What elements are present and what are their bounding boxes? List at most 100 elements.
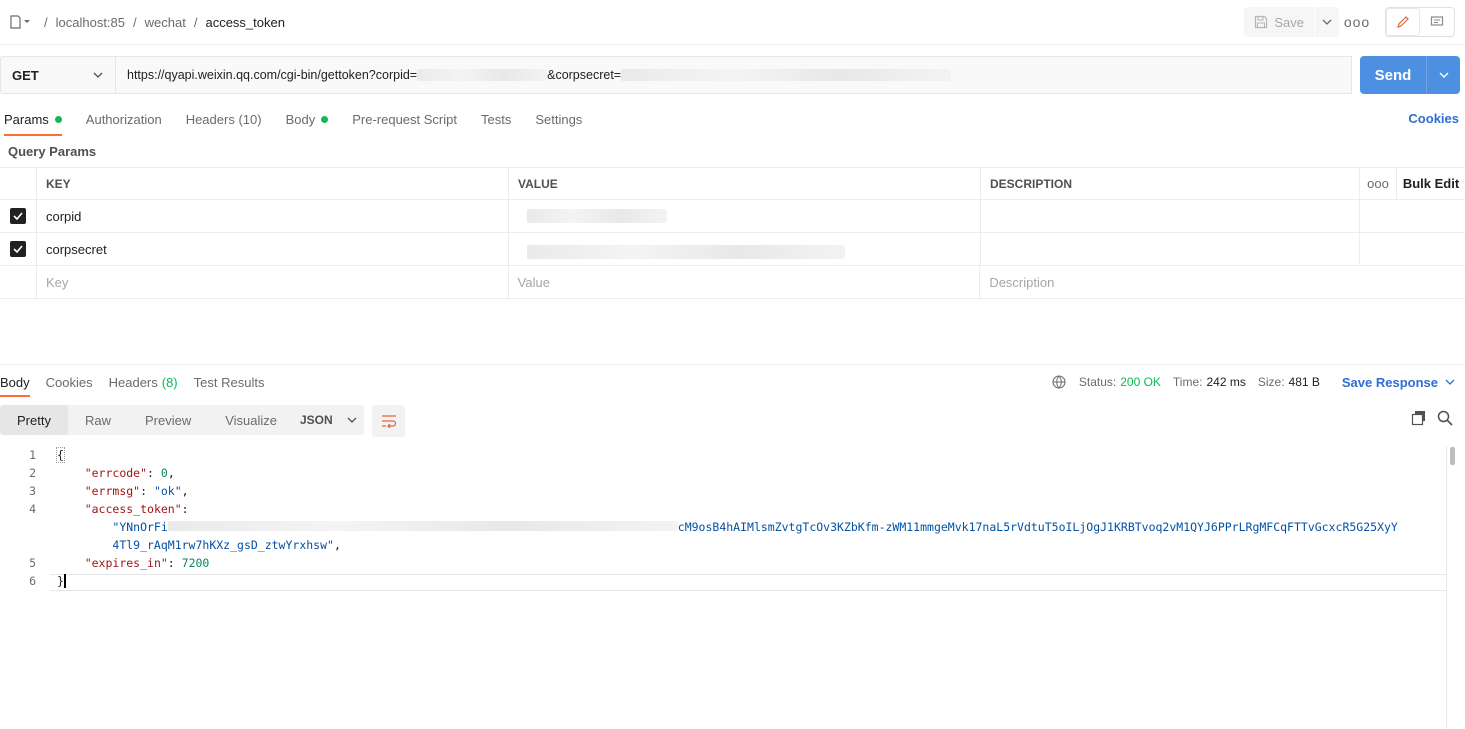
save-label: Save (1274, 14, 1304, 30)
breadcrumb-item-host[interactable]: localhost:85 (56, 15, 125, 30)
param-description[interactable] (981, 200, 1360, 232)
column-header-value: VALUE (509, 168, 981, 199)
search-icon[interactable] (1437, 410, 1453, 426)
send-dropdown-button[interactable] (1427, 72, 1460, 78)
code-line: "access_token": (84, 502, 189, 516)
editor-scrollbar-thumb[interactable] (1450, 447, 1455, 465)
param-checkbox[interactable] (10, 241, 26, 257)
chevron-down-icon (1322, 19, 1332, 25)
tab-pre-request-script[interactable]: Pre-request Script (352, 108, 457, 130)
wrap-lines-button[interactable] (372, 405, 405, 437)
time-label: Time: (1172, 375, 1203, 389)
close-brace: } (57, 574, 66, 588)
edit-mode-button[interactable] (1386, 8, 1420, 36)
table-row: corpsecret (0, 233, 1465, 266)
tab-tests[interactable]: Tests (481, 108, 511, 130)
column-header-description: DESCRIPTION (981, 168, 1360, 199)
new-key-input[interactable]: Key (37, 266, 509, 298)
method-label: GET (12, 67, 39, 83)
json-number: 7200 (181, 556, 210, 570)
new-description-input[interactable]: Description (980, 266, 1465, 298)
tab-body[interactable]: Body (286, 108, 329, 130)
view-preview-button[interactable]: Preview (128, 405, 208, 435)
globe-icon[interactable] (1051, 374, 1067, 390)
param-key[interactable]: corpid (37, 200, 509, 232)
save-button[interactable]: Save (1244, 7, 1314, 37)
line-number: 2 (29, 466, 36, 480)
json-string: "ok" (153, 484, 182, 498)
line-number: 4 (29, 502, 36, 516)
docs-mode-button[interactable] (1420, 8, 1454, 36)
view-mode-toggle (1385, 7, 1455, 37)
json-key: "access_token" (84, 502, 182, 516)
json-key: "errmsg" (84, 484, 141, 498)
response-tab-headers-label: Headers (108, 374, 158, 390)
line-number: 1 (29, 448, 36, 462)
view-visualize-button[interactable]: Visualize (208, 405, 294, 435)
response-tab-test-results[interactable]: Test Results (194, 372, 265, 392)
editor-scrollbar-track[interactable] (1446, 446, 1447, 729)
column-header-key: KEY (37, 168, 509, 199)
code-line: "YNnOrFi cM9osB4hAIMlsmZvtgTcOv3KZbKfm-zW… (57, 520, 1397, 534)
save-response-button[interactable]: Save Response (1342, 375, 1438, 390)
tab-params[interactable]: Params (4, 108, 62, 136)
table-more-button[interactable]: ooo (1360, 168, 1397, 199)
breadcrumb-item-folder[interactable]: wechat (145, 15, 186, 30)
bulk-edit-button[interactable]: Bulk Edit (1397, 168, 1465, 199)
json-number: 0 (160, 466, 168, 480)
status-dot (321, 115, 329, 123)
view-pretty-button[interactable]: Pretty (0, 405, 68, 435)
method-select[interactable]: GET (0, 56, 115, 94)
check-icon (13, 212, 23, 220)
breadcrumb-separator: / (133, 14, 137, 30)
response-tabs: Body Cookies Headers (8) Test Results (0, 372, 280, 397)
redacted-corpsecret (621, 69, 952, 81)
tab-settings-label: Settings (535, 111, 583, 127)
response-tab-headers[interactable]: Headers (8) (109, 372, 178, 392)
send-button[interactable]: Send (1360, 67, 1426, 84)
json-key: "errcode" (84, 466, 148, 480)
status-dot (54, 115, 62, 123)
header-checkbox-cell (0, 168, 37, 199)
tab-headers[interactable]: Headers (10) (186, 108, 262, 130)
row-spacer (1396, 200, 1465, 232)
send-button-group: Send (1360, 56, 1460, 94)
row-spacer (1396, 233, 1465, 265)
param-value[interactable] (509, 200, 981, 232)
chevron-down-icon[interactable] (1445, 379, 1455, 385)
tab-settings[interactable]: Settings (535, 108, 582, 130)
json-string: 4Tl9_rAqM1rw7hKXz_gsD_ztwYrxhsw" (112, 538, 334, 552)
time-value[interactable]: 242 ms (1206, 375, 1245, 389)
breadcrumb: / localhost:85 / wechat / access_token (10, 12, 285, 32)
row-spacer (1360, 200, 1396, 232)
line-number: 5 (29, 556, 36, 570)
param-checkbox[interactable] (10, 208, 26, 224)
cookies-link[interactable]: Cookies (1408, 111, 1459, 126)
copy-icon[interactable] (1411, 410, 1427, 426)
view-raw-button[interactable]: Raw (68, 405, 128, 435)
chevron-down-icon (93, 72, 103, 78)
save-dropdown-button[interactable] (1315, 7, 1339, 37)
new-value-input[interactable]: Value (509, 266, 981, 298)
tab-authorization[interactable]: Authorization (86, 108, 162, 130)
view-mode-group: Pretty Raw Preview Visualize (0, 405, 295, 435)
format-label: JSON (300, 413, 333, 427)
param-description[interactable] (981, 233, 1360, 265)
json-key: "expires_in" (84, 556, 168, 570)
tab-pre-request-label: Pre-request Script (352, 111, 457, 127)
row-checkbox-cell (0, 233, 37, 265)
status-value[interactable]: 200 OK (1120, 375, 1161, 389)
size-label: Size: (1257, 375, 1285, 389)
response-tab-cookies[interactable]: Cookies (46, 372, 93, 392)
url-input[interactable]: https://qyapi.weixin.qq.com/cgi-bin/gett… (115, 56, 1352, 94)
more-actions-button[interactable]: ooo (1339, 14, 1375, 30)
current-line-highlight (50, 574, 1447, 591)
param-key[interactable]: corpsecret (37, 233, 509, 265)
param-value[interactable] (509, 233, 981, 265)
breadcrumb-separator: / (44, 14, 48, 30)
format-select[interactable]: JSON (289, 405, 364, 435)
collection-icon[interactable] (10, 15, 32, 29)
size-value[interactable]: 481 B (1289, 375, 1320, 389)
breadcrumb-item-request[interactable]: access_token (205, 15, 285, 30)
response-tab-body[interactable]: Body (0, 372, 30, 397)
